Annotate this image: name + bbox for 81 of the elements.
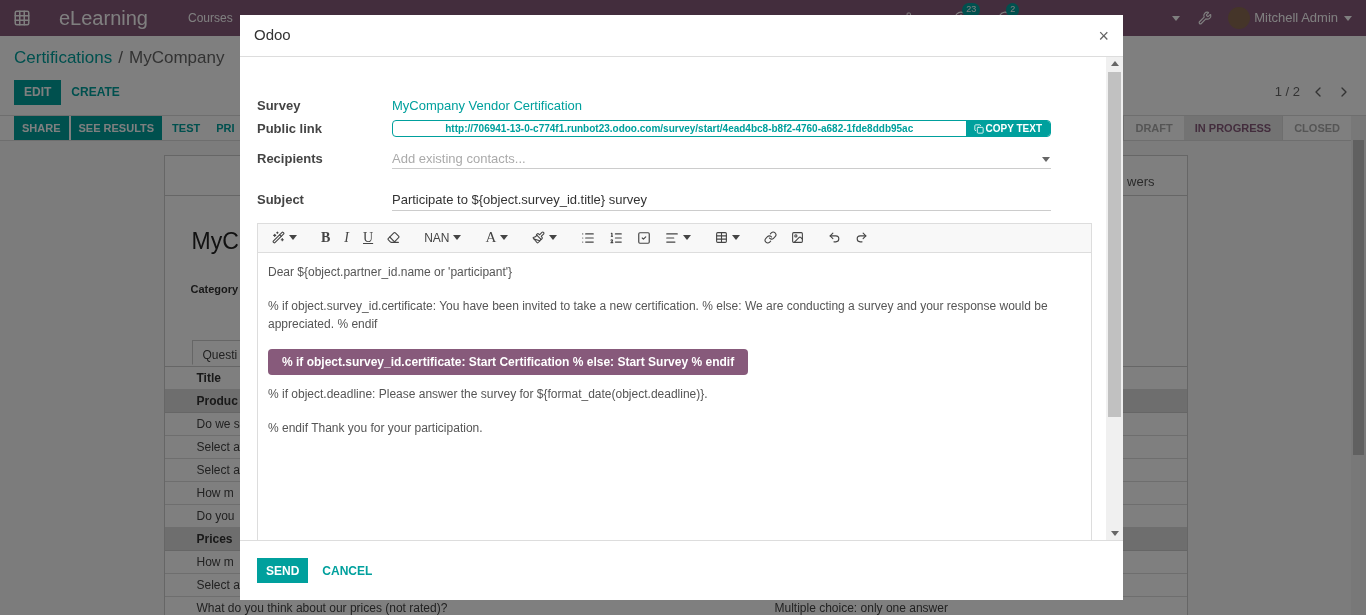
table-icon[interactable] — [715, 231, 729, 244]
copy-icon — [973, 123, 984, 134]
image-icon[interactable] — [791, 231, 805, 244]
recipients-field[interactable]: Add existing contacts... — [392, 148, 1051, 169]
header-button[interactable]: SEE RESULTS — [70, 116, 163, 140]
table-cell: What do you think about our prices (not rated)? — [196, 601, 448, 615]
field-label: Subject — [257, 190, 305, 209]
header-button[interactable]: SHARE — [14, 116, 69, 140]
menu-item[interactable]: Courses — [187, 9, 233, 27]
caret-icon — [500, 235, 509, 240]
caret-icon — [1042, 156, 1050, 162]
dialog-scrollbar[interactable] — [1106, 57, 1123, 540]
column-header: Title — [196, 370, 221, 387]
header-button[interactable]: TEST — [164, 116, 209, 140]
checklist-icon[interactable] — [637, 230, 652, 245]
table-cell: How m — [196, 555, 234, 569]
email-paragraph: % endif Thank you for your participation. — [268, 419, 484, 437]
paintbrush-icon[interactable] — [532, 231, 546, 244]
dialog-title: Odoo — [254, 25, 291, 46]
caret-icon — [289, 235, 297, 240]
table-cell: Select a — [196, 463, 240, 477]
breadcrumb-separator: / — [118, 47, 123, 69]
font-size-dropdown[interactable]: NAN — [424, 228, 462, 247]
caret-icon — [549, 235, 558, 240]
align-icon[interactable] — [665, 230, 680, 245]
scroll-down-icon[interactable] — [1110, 531, 1119, 536]
public-link-field[interactable]: http://706941-13-0-c774f1.runbot23.odoo.com/survey/start/4ead4bc8-b8f2-4760-a682-1fde8ddb95ac COPY TEXT — [392, 120, 1051, 138]
caret-icon — [1172, 15, 1181, 21]
magic-wand-icon[interactable] — [272, 231, 285, 244]
email-editor[interactable] — [257, 222, 1092, 540]
breadcrumb-item: MyCompany — [129, 47, 225, 69]
table-cell: Do we s — [196, 417, 240, 431]
font-color-dropdown[interactable]: A — [485, 226, 509, 249]
debug-icon[interactable] — [1198, 11, 1213, 25]
close-button[interactable]: × — [1098, 26, 1109, 45]
start-survey-button[interactable]: % if object.survey_id.certificate: Start Certification % else: Start Survey % endif — [268, 348, 749, 375]
link-icon[interactable] — [764, 231, 778, 244]
caret-icon — [683, 235, 692, 240]
public-link-value: http://706941-13-0-c774f1.runbot23.odoo.com/survey/start/4ead4bc8-b8f2-4760-a682-1fde8ddb95ac — [444, 122, 915, 137]
caret-icon — [732, 235, 741, 240]
status-stage[interactable]: IN PROGRESS — [1183, 116, 1283, 140]
table-cell: Select a — [196, 440, 240, 454]
table-cell: Do you — [196, 509, 235, 523]
copy-text-button[interactable]: COPY TEXT — [965, 121, 1050, 137]
numbered-list-icon[interactable] — [609, 230, 624, 245]
pager: 1 / 2 — [1274, 83, 1300, 102]
survey-title: MyC — [191, 227, 239, 256]
italic-button[interactable]: I — [344, 227, 349, 248]
breadcrumb-item[interactable]: Certifications — [14, 45, 113, 71]
redo-icon[interactable] — [855, 231, 869, 244]
underline-button[interactable]: U — [363, 227, 374, 248]
email-paragraph: Dear ${object.partner_id.name or 'participant'} — [268, 263, 514, 281]
email-paragraph: % if object.survey_id.certificate: You have been invited to take a new certification. % else: We are conducting a survey and your response would be appreciated. % endif — [268, 297, 1049, 333]
field-label: Category — [190, 281, 239, 297]
field-label: Survey — [257, 97, 302, 116]
user-menu[interactable]: Mitchell Admin — [1254, 8, 1352, 28]
scroll-up-icon[interactable] — [1110, 61, 1119, 66]
table-cell: Multiple choice: only one answer — [774, 601, 948, 615]
app-name: eLearning — [59, 8, 148, 28]
page-scrollbar[interactable] — [1351, 116, 1366, 615]
eraser-icon[interactable] — [387, 231, 401, 244]
bold-button[interactable]: B — [321, 227, 331, 248]
survey-link[interactable]: MyCompany Vendor Certification — [392, 96, 583, 116]
header-button[interactable]: PRI — [208, 116, 243, 140]
bullet-list-icon[interactable] — [581, 230, 596, 245]
subject-field[interactable]: Participate to ${object.survey_id.title} survey — [392, 188, 1051, 211]
email-paragraph: % if object.deadline: Please answer the survey for ${format_date(object.deadline)}. — [268, 385, 709, 403]
table-cell: Select a — [196, 578, 240, 592]
table-cell: How m — [196, 486, 234, 500]
field-label: Recipients — [257, 149, 324, 168]
create-button[interactable]: CREATE — [61, 79, 130, 105]
send-button[interactable]: SEND — [257, 558, 309, 583]
caret-icon — [1344, 15, 1352, 21]
apps-menu-icon[interactable] — [13, 9, 31, 27]
table-cell: Produc — [196, 394, 238, 408]
table-cell: Prices — [196, 532, 233, 546]
edit-button[interactable]: EDIT — [14, 79, 62, 105]
field-label: Public link — [257, 120, 323, 138]
undo-icon[interactable] — [828, 231, 842, 244]
cancel-button[interactable]: CANCEL — [310, 558, 385, 583]
caret-icon — [453, 235, 462, 240]
